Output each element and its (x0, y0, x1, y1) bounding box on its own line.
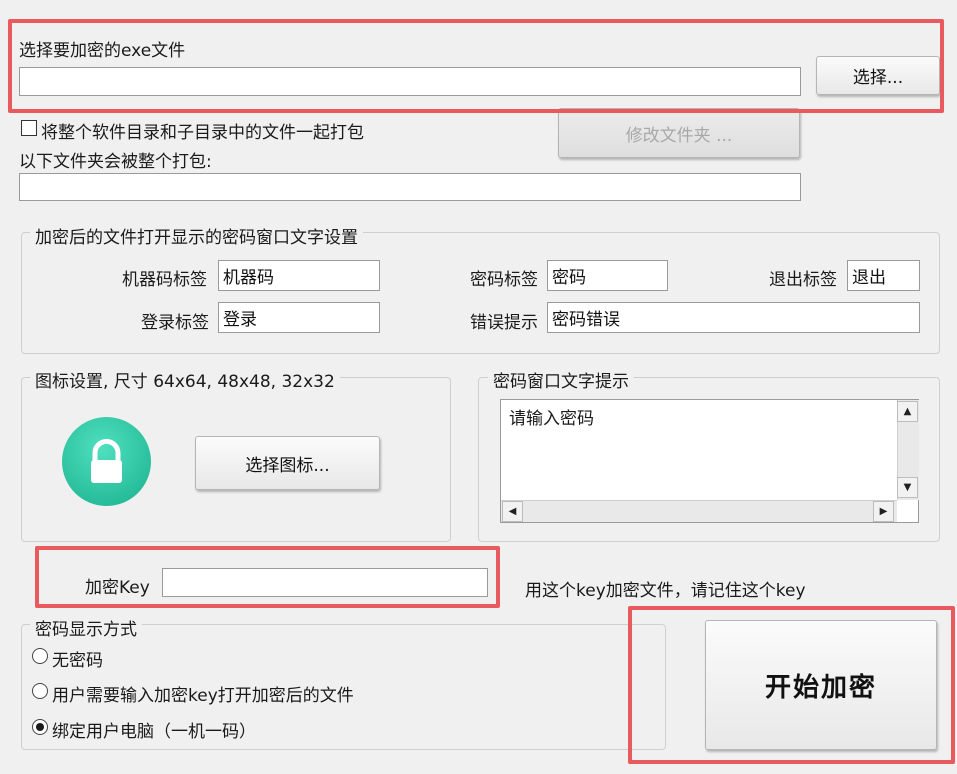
encrypt-key-input[interactable] (162, 568, 488, 597)
folder-label: 以下文件夹会被整个打包: (19, 152, 212, 172)
select-file-button[interactable]: 选择... (816, 56, 940, 95)
machine-code-label: 机器码标签 (122, 270, 207, 290)
radio-bind-computer[interactable] (32, 719, 48, 735)
radio-key-required[interactable] (32, 683, 48, 699)
error-input[interactable] (547, 302, 920, 333)
package-all-label: 将整个软件目录和子目录中的文件一起打包 (41, 123, 364, 143)
password-label: 密码标签 (470, 270, 538, 290)
radio-key-required-label: 用户需要输入加密key打开加密后的文件 (52, 686, 354, 706)
error-label: 错误提示 (470, 313, 538, 333)
exit-input[interactable] (847, 260, 920, 291)
password-input[interactable] (547, 260, 668, 291)
scroll-right-icon[interactable]: ▶ (873, 501, 894, 522)
prompt-text: 请输入密码 (509, 409, 594, 429)
radio-bind-computer-label: 绑定用户电脑（一机一码） (52, 722, 256, 742)
icon-settings-title: 图标设置, 尺寸 64x64, 48x48, 32x32 (30, 367, 340, 392)
horizontal-scrollbar[interactable] (501, 500, 897, 522)
machine-code-input[interactable] (218, 260, 380, 291)
scroll-left-icon[interactable]: ◀ (502, 501, 523, 522)
highlight-file-section (8, 19, 944, 113)
exe-path-input[interactable] (19, 67, 801, 96)
scroll-down-icon[interactable]: ▼ (897, 477, 918, 498)
exe-file-label: 选择要加密的exe文件 (19, 41, 186, 61)
radio-no-password-label: 无密码 (52, 651, 103, 671)
password-window-text-title: 加密后的文件打开显示的密码窗口文字设置 (30, 223, 363, 248)
prompt-textarea[interactable]: 请输入密码 ▲ ▼ ◀ ▶ (500, 399, 919, 523)
encrypt-key-label: 加密Key (85, 578, 150, 598)
package-all-checkbox[interactable] (21, 120, 37, 136)
encrypt-key-hint: 用这个key加密文件，请记住这个key (525, 581, 806, 601)
folder-input[interactable] (19, 173, 801, 201)
radio-no-password[interactable] (32, 648, 48, 664)
lock-icon (62, 417, 151, 506)
scroll-up-icon[interactable]: ▲ (897, 401, 918, 422)
prompt-title: 密码窗口文字提示 (488, 367, 634, 392)
start-encrypt-button[interactable]: 开始加密 (705, 620, 937, 750)
modify-folder-button[interactable]: 修改文件夹 ... (558, 108, 800, 158)
exit-label: 退出标签 (769, 270, 837, 290)
login-label: 登录标签 (141, 313, 209, 333)
login-input[interactable] (218, 302, 380, 333)
display-mode-title: 密码显示方式 (30, 615, 142, 640)
password-window-text-group (21, 232, 940, 354)
select-icon-button[interactable]: 选择图标... (195, 436, 380, 490)
